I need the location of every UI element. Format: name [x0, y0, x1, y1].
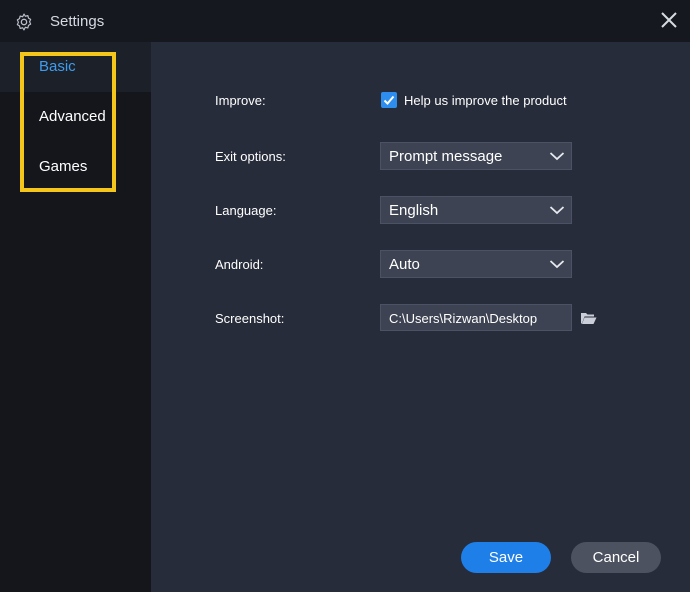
checkmark-icon [383, 95, 395, 105]
language-value: English [389, 202, 439, 219]
exit-options-value: Prompt message [389, 148, 503, 165]
exit-options-select[interactable]: Prompt message [380, 142, 572, 170]
android-label: Android: [215, 257, 264, 272]
language-label: Language: [215, 203, 277, 218]
screenshot-label: Screenshot: [215, 311, 285, 326]
screenshot-path-input[interactable]: C:\Users\Rizwan\Desktop [380, 304, 572, 331]
save-button[interactable]: Save [461, 542, 551, 573]
chevron-down-icon [549, 260, 565, 269]
gear-icon [16, 13, 32, 31]
improve-checkbox[interactable] [381, 92, 397, 108]
sidebar-item-basic[interactable]: Basic [0, 42, 151, 92]
window-title: Settings [50, 13, 105, 30]
sidebar-item-label: Advanced [39, 108, 106, 125]
screenshot-path-value: C:\Users\Rizwan\Desktop [389, 311, 538, 326]
chevron-down-icon [549, 206, 565, 215]
title-bar: Settings [0, 0, 690, 42]
sidebar: Basic Advanced Games [0, 42, 151, 592]
cancel-button[interactable]: Cancel [571, 542, 661, 573]
android-select[interactable]: Auto [380, 250, 572, 278]
android-value: Auto [389, 256, 420, 273]
exit-options-label: Exit options: [215, 149, 286, 164]
folder-open-icon[interactable] [580, 311, 597, 325]
chevron-down-icon [549, 152, 565, 161]
close-icon[interactable] [660, 11, 678, 29]
improve-checkbox-label[interactable]: Help us improve the product [404, 93, 567, 108]
sidebar-item-advanced[interactable]: Advanced [0, 92, 151, 142]
sidebar-item-label: Games [39, 158, 88, 175]
sidebar-item-label: Basic [39, 58, 76, 75]
improve-label: Improve: [215, 93, 266, 108]
sidebar-item-games[interactable]: Games [0, 142, 151, 192]
language-select[interactable]: English [380, 196, 572, 224]
